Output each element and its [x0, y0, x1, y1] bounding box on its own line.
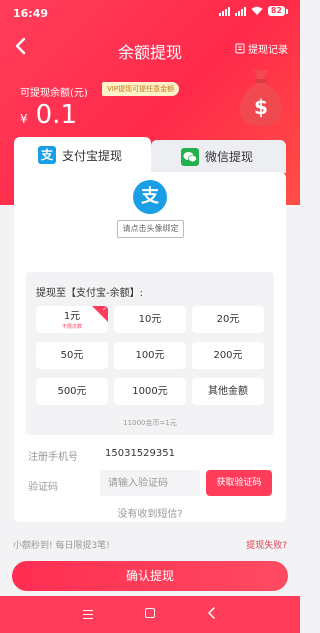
exchange-rate-text: 11000金币=1元 [123, 419, 177, 427]
phone-value: 15031529351 [105, 448, 175, 459]
signal-icon [218, 6, 230, 16]
amount-title: 提现至【支付宝-余额】: [36, 288, 143, 299]
alipay-avatar-icon[interactable]: 支 [133, 180, 167, 214]
record-icon [235, 43, 245, 54]
alipay-icon: 支 [38, 146, 56, 164]
balance-amount: ¥ 0.1 [20, 100, 77, 130]
status-icons: 82 [218, 6, 288, 16]
amount-option-10[interactable]: 10元 [114, 306, 186, 333]
amount-option-label: 1元 [63, 311, 81, 322]
svg-text:$: $ [254, 95, 268, 119]
confirm-withdraw-button[interactable]: 确认提现 [12, 561, 288, 591]
withdraw-failed-link[interactable]: 提现失败? [246, 538, 287, 551]
record-label: 提现记录 [248, 45, 288, 56]
withdraw-tabs: 支 支付宝提现 微信提现 [14, 137, 286, 173]
status-time: 16:49 [13, 7, 49, 20]
amount-option-500[interactable]: 500元 [36, 378, 108, 405]
amount-option-other[interactable]: 其他金额 [192, 378, 264, 405]
home-icon[interactable] [145, 608, 155, 618]
battery-icon: 82 [267, 6, 285, 16]
withdraw-card: 支 请点击头像绑定 提现至【支付宝-余额】: 1元 不限次数 ✓ 10元 20元… [14, 172, 286, 522]
no-sms-link[interactable]: 没有收到短信? [14, 505, 286, 520]
get-code-button[interactable]: 获取验证码 [206, 470, 272, 496]
wechat-icon [181, 147, 199, 166]
tab-wechat-label: 微信提现 [205, 150, 254, 164]
currency-symbol: ¥ [20, 112, 28, 126]
amount-panel: 提现至【支付宝-余额】: 1元 不限次数 ✓ 10元 20元 50元 100元 … [26, 272, 274, 435]
amount-option-20[interactable]: 20元 [192, 306, 264, 333]
status-bar: 16:49 82 [0, 0, 300, 26]
bind-account-button[interactable]: 请点击头像绑定 [117, 220, 184, 238]
vip-tag: VIP提现可提任意金额 [102, 82, 180, 96]
wifi-icon [251, 6, 263, 15]
signal-icon-2 [234, 6, 246, 16]
limit-note: 小额秒到! 每日限提3笔! [13, 541, 110, 551]
system-nav-bar [0, 596, 300, 633]
amount-option-sub: 不限次数 [61, 324, 82, 330]
system-back-icon[interactable] [205, 606, 219, 620]
amount-option-50[interactable]: 50元 [36, 342, 108, 369]
amount-option-200[interactable]: 200元 [192, 342, 264, 369]
balance-label: 可提现余额(元) [20, 88, 88, 99]
tab-alipay-label: 支付宝提现 [62, 148, 123, 163]
balance-value: 0.1 [35, 100, 77, 130]
tab-alipay[interactable]: 支 支付宝提现 [14, 137, 151, 173]
amount-option-1000[interactable]: 1000元 [114, 378, 186, 405]
nav-bar: 余额提现 提现记录 [0, 30, 300, 64]
withdraw-record-button[interactable]: 提现记录 [235, 41, 288, 56]
phone-label: 注册手机号 [28, 452, 78, 463]
check-icon: ✓ [101, 306, 107, 313]
tab-wechat[interactable]: 微信提现 [151, 140, 286, 173]
battery-tip [286, 8, 288, 14]
verification-code-input[interactable] [100, 470, 200, 496]
menu-icon[interactable] [83, 610, 93, 622]
money-bag-icon: $ [240, 70, 282, 126]
code-label: 验证码 [28, 482, 58, 493]
amount-option-100[interactable]: 100元 [114, 342, 186, 369]
amount-option-1[interactable]: 1元 不限次数 ✓ [36, 306, 108, 333]
